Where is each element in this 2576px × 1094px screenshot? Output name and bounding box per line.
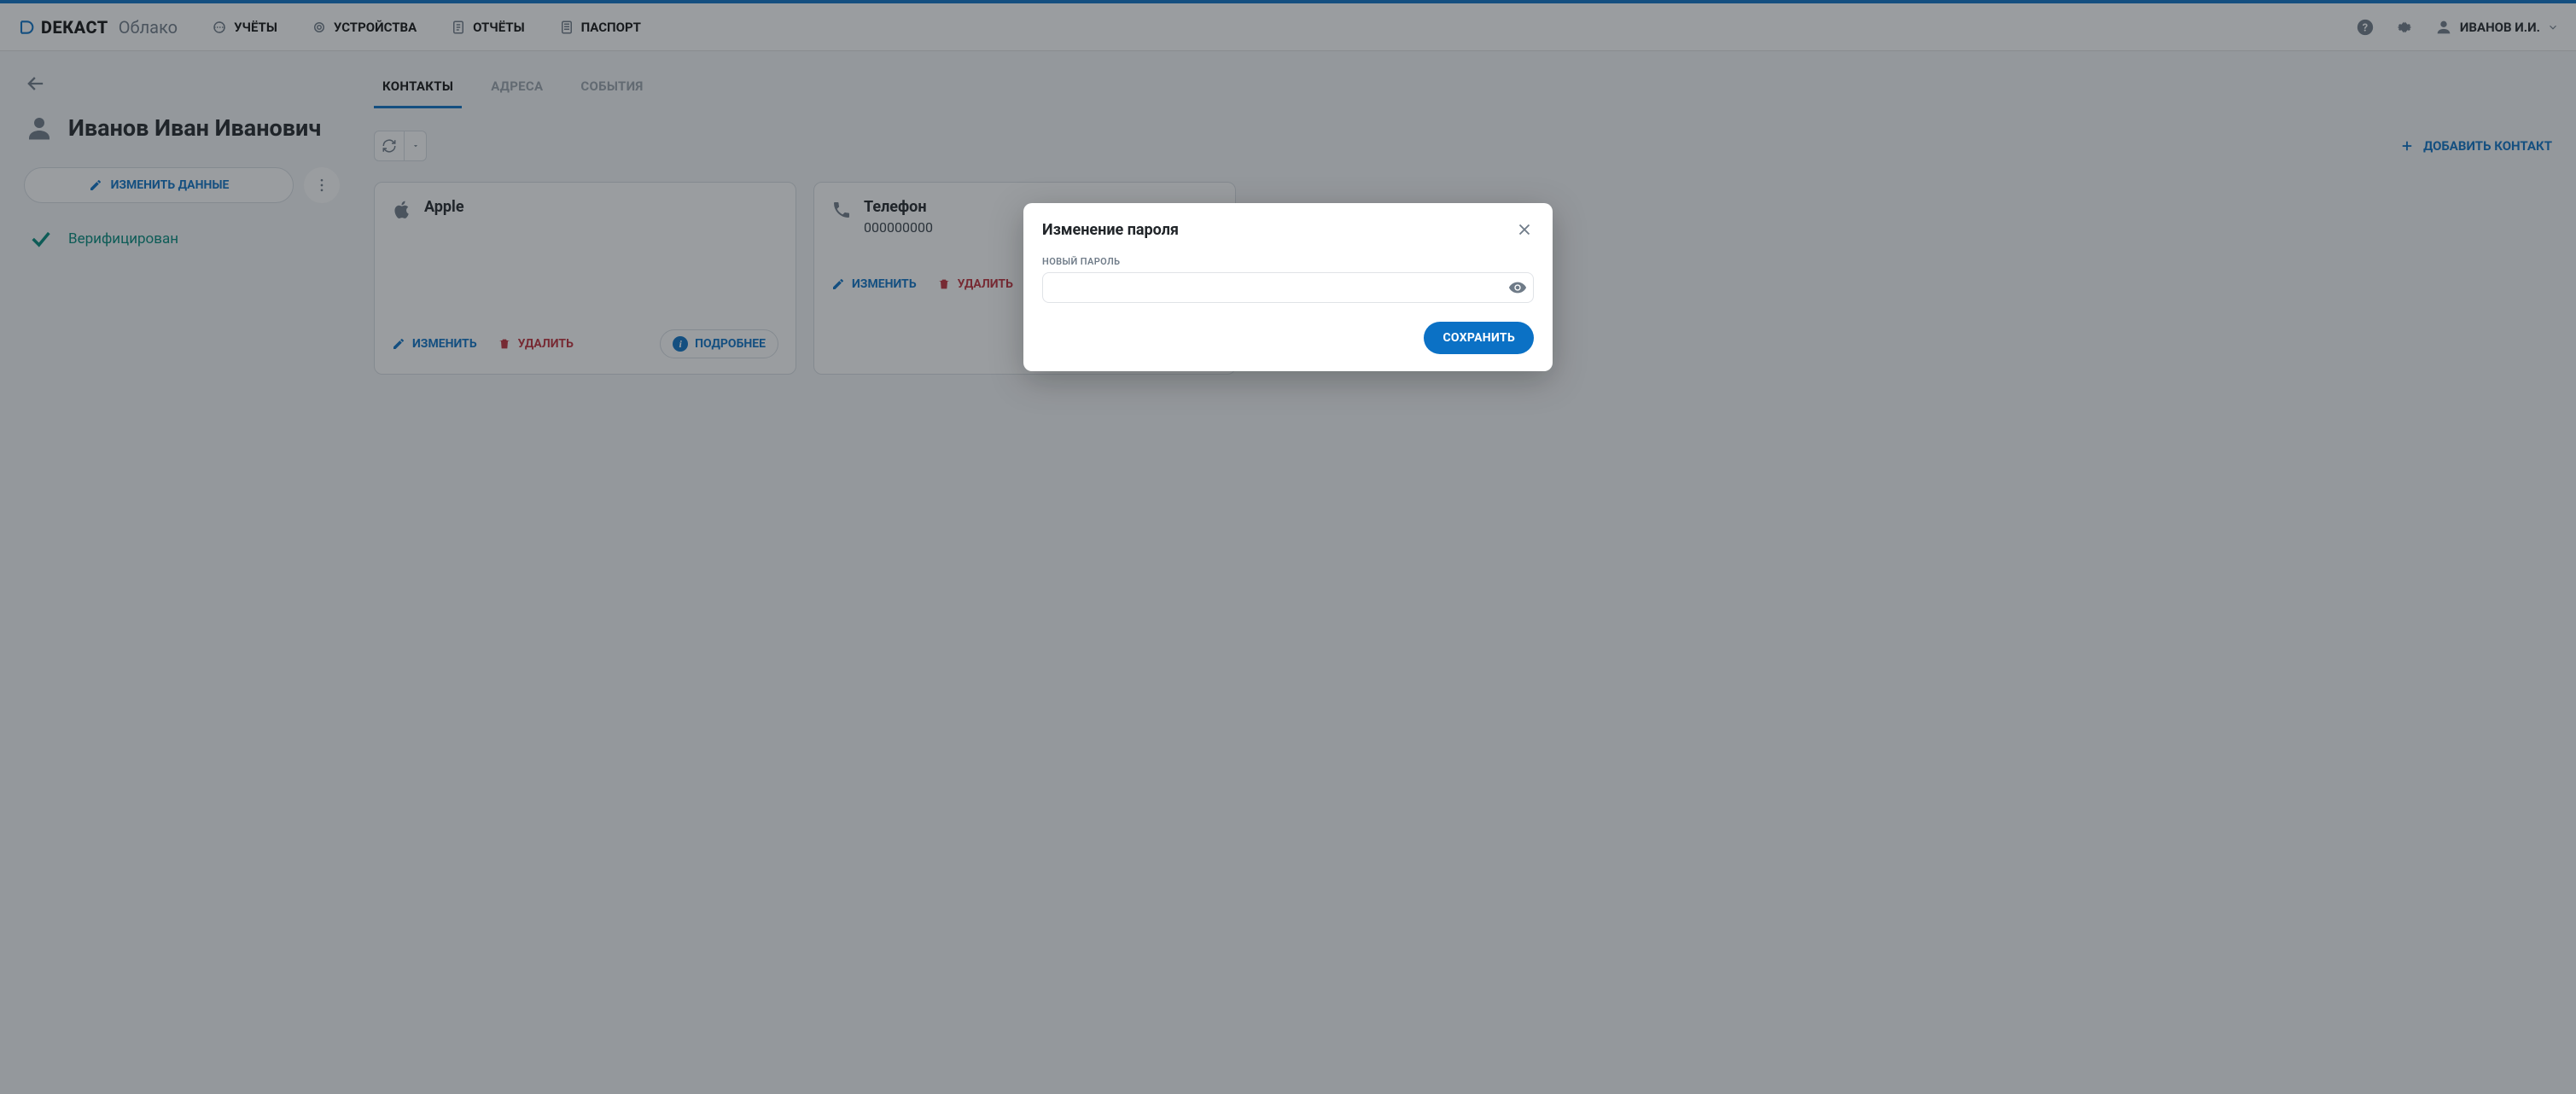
- eye-icon[interactable]: [1508, 278, 1527, 297]
- save-label: СОХРАНИТЬ: [1442, 331, 1515, 345]
- modal-title: Изменение пароля: [1042, 221, 1179, 239]
- field-label: НОВЫЙ ПАРОЛЬ: [1042, 256, 1534, 267]
- close-icon[interactable]: [1515, 220, 1534, 239]
- new-password-input[interactable]: [1042, 272, 1534, 303]
- save-button[interactable]: СОХРАНИТЬ: [1424, 322, 1534, 354]
- change-password-modal: Изменение пароля НОВЫЙ ПАРОЛЬ СОХРАНИТЬ: [1023, 203, 1553, 371]
- modal-scrim[interactable]: Изменение пароля НОВЫЙ ПАРОЛЬ СОХРАНИТЬ: [0, 0, 2576, 1094]
